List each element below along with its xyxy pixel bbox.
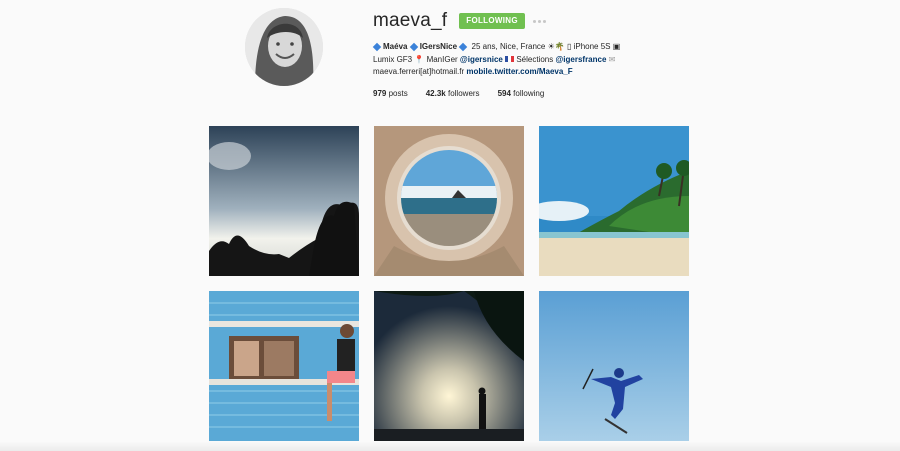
profile-avatar[interactable] <box>245 8 323 86</box>
bio-selections: Sélections <box>516 54 554 64</box>
manager-handle-link[interactable]: @igersnice <box>460 55 503 64</box>
post-palm-beach[interactable] <box>539 126 689 276</box>
username: maeva_f <box>373 10 448 31</box>
envelope-icon: ✉ <box>608 54 616 64</box>
posts-count: 979 posts <box>373 88 408 98</box>
bio-name: Maéva <box>383 42 408 51</box>
bio-device: iPhone 5S <box>573 42 611 51</box>
following-button[interactable]: FOLLOWING <box>459 13 525 29</box>
following-count[interactable]: 594 following <box>498 89 545 98</box>
profile-stats: 979 posts 42.3k followers 594 following <box>373 89 703 98</box>
more-options-icon[interactable] <box>532 19 546 23</box>
post-circular-window-beach[interactable] <box>374 126 524 276</box>
bio-group: IGersNice <box>419 42 458 51</box>
profile-header: maeva_f FOLLOWING Maéva IGersNice 25 ans… <box>0 0 900 110</box>
camera-icon: ▣ <box>612 42 621 51</box>
sun-icon: ☀ <box>547 42 555 51</box>
bio-camera: Lumix GF3 <box>373 54 413 64</box>
followers-count[interactable]: 42.3k followers <box>426 89 480 98</box>
profile-bio: Maéva IGersNice 25 ans, Nice, France ☀🌴 … <box>372 41 703 79</box>
post-sunset-silhouette-trees[interactable] <box>209 126 359 276</box>
diamond-icon <box>409 42 418 52</box>
website-link[interactable]: mobile.twitter.com/Maeva_F <box>466 67 572 76</box>
diamond-icon <box>459 42 468 52</box>
selections-handle-link[interactable]: @igersfrance <box>555 55 606 64</box>
phone-icon: ▯ <box>566 42 572 51</box>
post-skier-jump[interactable] <box>539 291 689 441</box>
pin-icon: 📍 <box>414 54 425 64</box>
bottom-shadow <box>0 441 900 451</box>
post-palm-silhouette-sunset[interactable] <box>374 291 524 441</box>
palm-icon: 🌴 <box>554 42 565 51</box>
bio-manager: ManIGer <box>426 54 458 64</box>
profile-info: maeva_f FOLLOWING Maéva IGersNice 25 ans… <box>372 10 703 98</box>
post-man-blue-wall[interactable] <box>209 291 359 441</box>
bio-email: maeva.ferreri[at]hotmail.fr <box>373 67 465 76</box>
france-flag-icon <box>505 56 515 63</box>
diamond-icon <box>372 42 382 52</box>
bio-age-location: 25 ans, Nice, France <box>471 42 546 51</box>
